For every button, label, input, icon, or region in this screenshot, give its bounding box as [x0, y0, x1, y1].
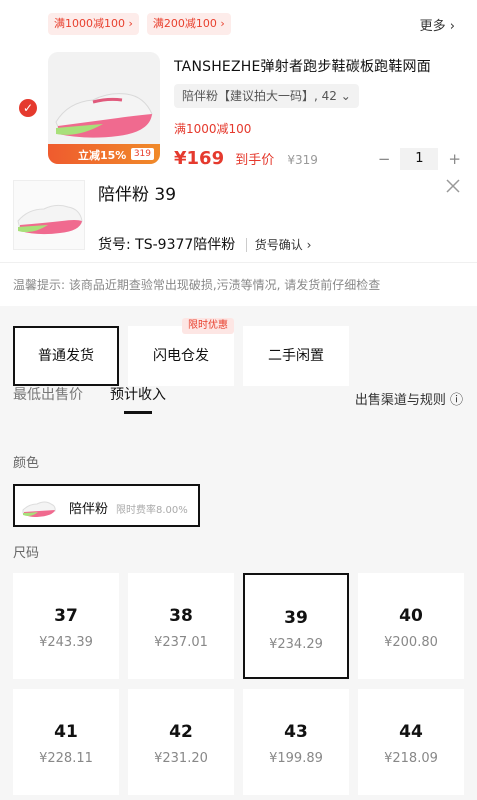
shoe-thumbnail-icon — [17, 204, 83, 235]
shipping-option-label: 二手闲置 — [268, 348, 324, 364]
size-option-37[interactable]: 37 ¥243.39 — [13, 573, 119, 679]
shipping-option-secondhand[interactable]: 二手闲置 — [243, 326, 349, 386]
shipping-option-label: 普通发货 — [38, 348, 94, 364]
price-row: ¥169 到手价 ¥319 — [174, 148, 318, 169]
sku-line: 货号: TS-9377陪伴粉 货号确认 › — [98, 234, 312, 254]
size-grid: 37 ¥243.39 38 ¥237.01 39 ¥234.29 40 ¥200… — [13, 573, 464, 795]
size-option-42[interactable]: 42 ¥231.20 — [128, 689, 234, 795]
sales-channel-rules-link[interactable]: 出售渠道与规则 ⓘ — [355, 389, 463, 408]
shipping-option-flash[interactable]: 闪电仓发 限时优惠 — [128, 318, 234, 386]
variant-selector[interactable]: 陪伴粉【建议拍大一码】, 42 ⌄ — [174, 84, 359, 108]
sell-options-sheet: 陪伴粉 39 货号: TS-9377陪伴粉 货号确认 › 温馨提示: 该商品近期… — [0, 178, 477, 800]
size-number: 44 — [399, 722, 423, 742]
size-option-38[interactable]: 38 ¥237.01 — [128, 573, 234, 679]
size-price: ¥200.80 — [384, 635, 438, 650]
size-number: 38 — [169, 606, 193, 626]
shipping-option-label: 闪电仓发 — [153, 348, 209, 364]
sku-number: TS-9377陪伴粉 — [135, 237, 236, 253]
sku-prefix: 货号: — [98, 237, 136, 253]
minus-button[interactable]: − — [378, 150, 391, 168]
tab-expected-income[interactable]: 预计收入 — [110, 384, 166, 404]
size-price: ¥199.89 — [269, 751, 323, 766]
active-tab-indicator — [124, 411, 152, 414]
options-area: 普通发货 闪电仓发 限时优惠 二手闲置 最低出售价 预计收入 出售渠道与规则 ⓘ… — [0, 306, 477, 800]
size-price: ¥228.11 — [39, 751, 93, 766]
sku-confirm-link[interactable]: 货号确认 › — [245, 238, 312, 252]
size-number: 37 — [54, 606, 78, 626]
product-image[interactable]: 立减15% 319 — [48, 52, 160, 164]
size-option-41[interactable]: 41 ¥228.11 — [13, 689, 119, 795]
fee-rate-text: 限时费率8.00% — [116, 505, 188, 516]
size-option-39[interactable]: 39 ¥234.29 — [243, 573, 349, 679]
size-option-43[interactable]: 43 ¥199.89 — [243, 689, 349, 795]
more-coupons-link[interactable]: 更多 › — [420, 15, 455, 34]
item-checkbox[interactable]: ✓ — [19, 99, 37, 117]
coupon-chip-2[interactable]: 满200减100 › — [146, 13, 231, 35]
warning-hint: 温馨提示: 该商品近期查验常出现破损,污渍等情况, 请发货前仔细检查 — [0, 262, 477, 306]
shipping-option-standard[interactable]: 普通发货 — [13, 326, 119, 386]
sheet-title: 陪伴粉 39 — [98, 185, 177, 205]
size-number: 40 — [399, 606, 423, 626]
coupon-chip-1[interactable]: 满1000减100 › — [48, 13, 139, 35]
quantity-value[interactable]: 1 — [400, 148, 439, 170]
size-price: ¥243.39 — [39, 635, 93, 650]
size-option-44[interactable]: 44 ¥218.09 — [358, 689, 464, 795]
cart-item-background: 满1000减100 › 满200减100 › 更多 › ✓ 立减15% 319 … — [0, 0, 477, 178]
product-title[interactable]: TANSHEZHE弹射者跑步鞋碳板跑鞋网面 — [174, 56, 464, 76]
final-price: ¥169 — [174, 148, 225, 169]
size-number: 43 — [284, 722, 308, 742]
size-option-40[interactable]: 40 ¥200.80 — [358, 573, 464, 679]
quantity-stepper: − 1 + — [378, 148, 461, 170]
size-price: ¥218.09 — [384, 751, 438, 766]
size-price: ¥231.20 — [154, 751, 208, 766]
close-icon[interactable] — [445, 178, 461, 194]
promo-strip: 立减15% 319 — [48, 144, 160, 164]
limited-offer-badge: 限时优惠 — [182, 318, 234, 334]
size-price: ¥237.01 — [154, 635, 208, 650]
promo-strip-text: 立减15% — [78, 149, 127, 162]
coupon-row: 满1000减100 › 满200减100 › — [48, 13, 231, 35]
size-price: ¥234.29 — [269, 637, 323, 652]
size-number: 39 — [284, 608, 308, 628]
color-name: 陪伴粉 — [69, 502, 109, 517]
shoe-swatch-icon — [22, 501, 56, 517]
plus-button[interactable]: + — [448, 150, 461, 168]
promo-strip-price: 319 — [130, 148, 154, 160]
original-price: ¥319 — [287, 153, 318, 167]
color-option[interactable]: 陪伴粉 限时费率8.00% — [13, 484, 200, 527]
promo-text: 满1000减100 — [174, 122, 252, 136]
color-section-label: 颜色 — [13, 456, 40, 471]
size-number: 41 — [54, 722, 78, 742]
size-number: 42 — [169, 722, 193, 742]
final-price-label: 到手价 — [235, 153, 275, 168]
sheet-product-thumbnail — [13, 180, 85, 250]
tab-lowest-price[interactable]: 最低出售价 — [13, 384, 83, 404]
size-section-label: 尺码 — [13, 546, 40, 561]
